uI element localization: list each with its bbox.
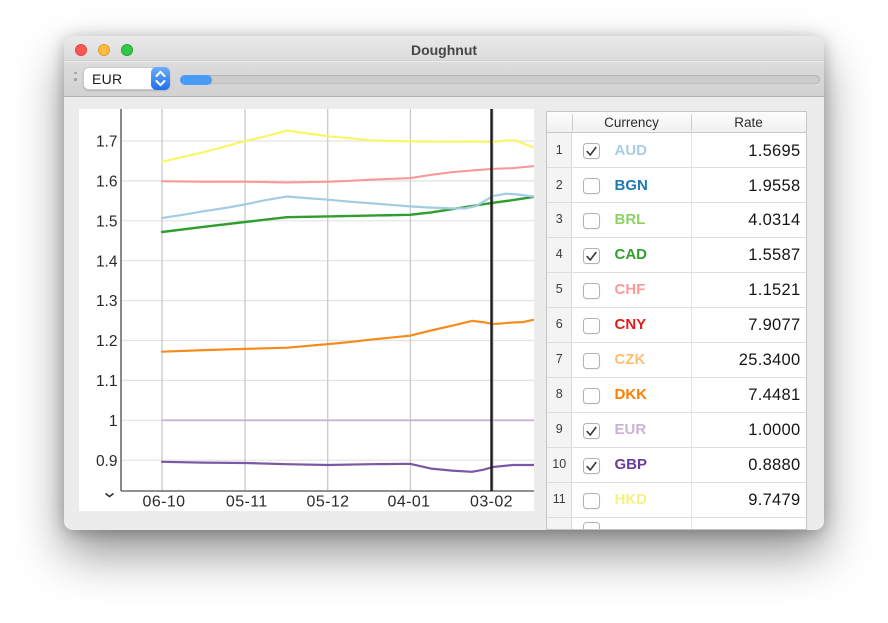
svg-text:05-12: 05-12: [307, 494, 350, 511]
svg-text:1.2: 1.2: [96, 333, 118, 350]
svg-text:1: 1: [109, 413, 118, 430]
svg-text:1.5: 1.5: [96, 213, 118, 230]
svg-text:1.3: 1.3: [96, 293, 118, 310]
svg-text:0.9: 0.9: [96, 453, 118, 470]
svg-text:1.6: 1.6: [96, 174, 118, 191]
svg-text:1.4: 1.4: [96, 253, 118, 270]
svg-text:03-02: 03-02: [470, 494, 513, 511]
svg-text:04-01: 04-01: [388, 494, 431, 511]
svg-text:1.7: 1.7: [96, 134, 118, 151]
svg-text:06-10: 06-10: [143, 494, 186, 511]
svg-text:05-11: 05-11: [226, 494, 268, 511]
svg-text:1.1: 1.1: [96, 373, 118, 390]
